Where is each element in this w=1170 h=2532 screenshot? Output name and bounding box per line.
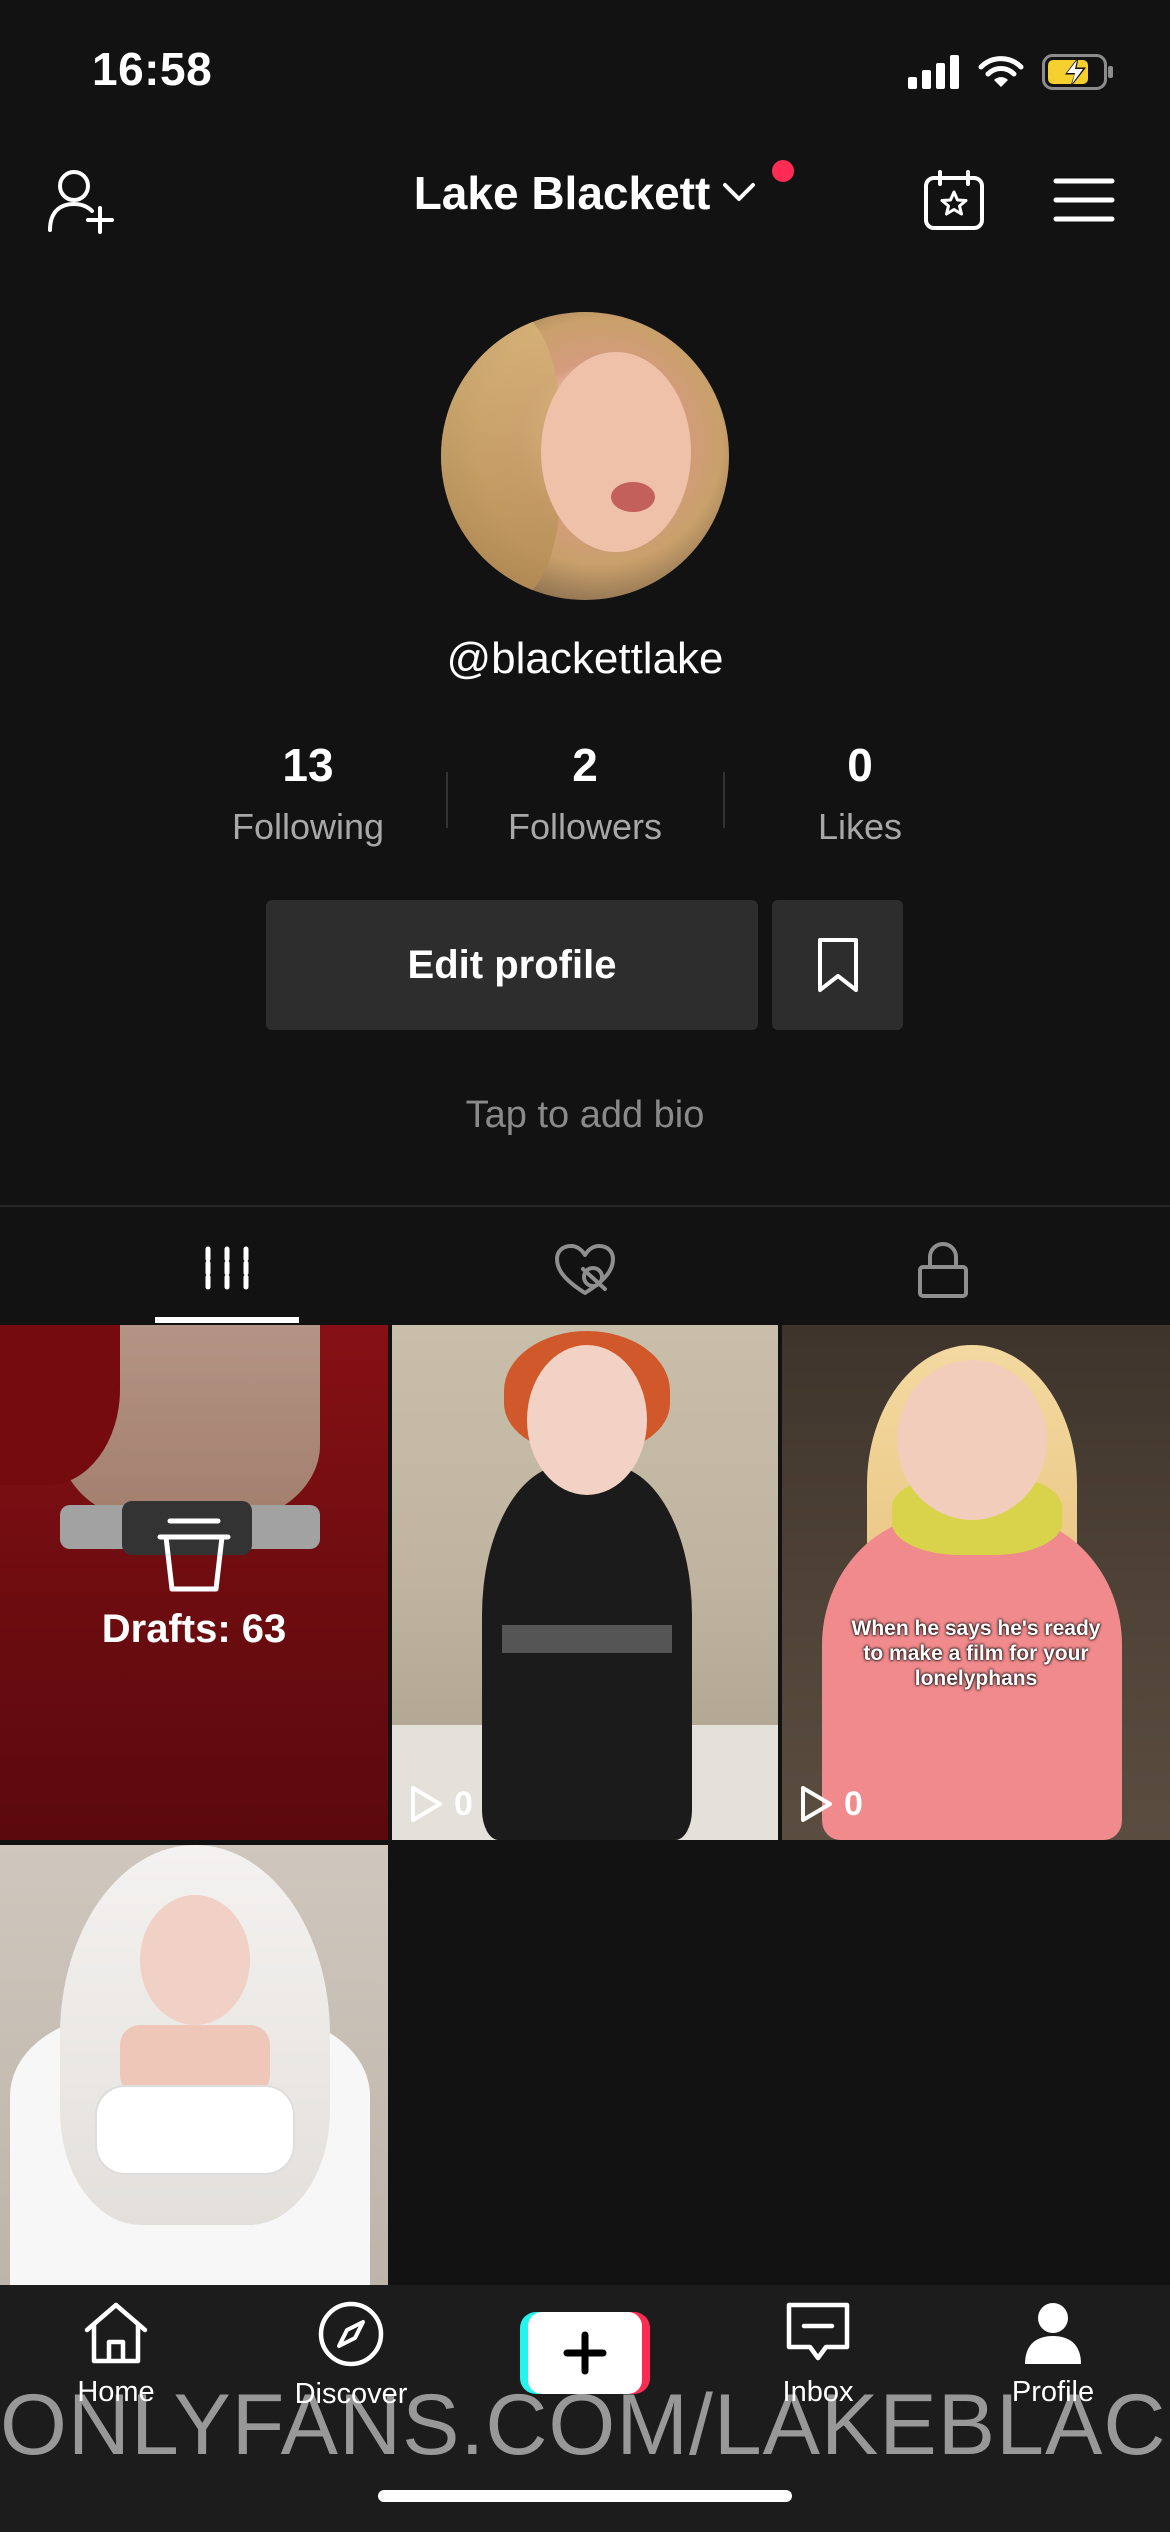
calendar-star-icon [924, 170, 984, 230]
wifi-icon [978, 56, 1024, 87]
stat-divider [446, 772, 448, 828]
stat-divider [723, 772, 725, 828]
drafts-tile[interactable]: Drafts: 63 [0, 1325, 388, 1840]
status-time: 16:58 [92, 43, 213, 95]
compass-icon [318, 2301, 384, 2367]
drafts-box-icon [157, 1518, 231, 1592]
video-tile[interactable] [0, 1845, 388, 2285]
video-caption: When he says he's ready to make a film f… [851, 1617, 1101, 1690]
active-tab-indicator [155, 1317, 299, 1323]
account-switcher[interactable]: Lake Blackett [413, 160, 795, 220]
signal-icon [908, 55, 959, 89]
bookmark-icon [817, 938, 858, 992]
hamburger-menu-icon [1053, 178, 1115, 222]
video-tile[interactable]: 0 [392, 1325, 778, 1840]
username: Lake Blackett [413, 167, 711, 219]
play-count: 0 [844, 1784, 863, 1823]
stat-following[interactable]: 13 Following [193, 738, 423, 848]
hidden-heart-icon [555, 1244, 615, 1295]
battery-charging-icon [1042, 54, 1113, 90]
home-indicator[interactable] [378, 2490, 792, 2502]
tab-private[interactable] [748, 1215, 1138, 1325]
play-count: 0 [454, 1784, 473, 1823]
profile-handle: @blackettlake [446, 634, 724, 683]
tab-divider [0, 1205, 1170, 1207]
play-icon [411, 1786, 442, 1822]
video-tile[interactable]: When he says he's ready to make a film f… [782, 1325, 1170, 1840]
favorites-button[interactable] [772, 900, 903, 1030]
add-bio-prompt[interactable]: Tap to add bio [0, 1094, 1170, 1137]
profile-avatar[interactable] [441, 312, 729, 600]
stat-likes[interactable]: 0 Likes [745, 738, 975, 848]
lock-icon [918, 1242, 968, 1298]
menu-button[interactable] [1044, 160, 1124, 240]
tab-videos[interactable] [32, 1215, 422, 1325]
stat-label: Following [231, 806, 385, 847]
person-filled-icon [1025, 2303, 1081, 2364]
plus-icon [563, 2331, 607, 2375]
notification-dot [772, 160, 795, 182]
watermark: ONLYFANS.COM/LAKEBLACKETT [0, 2377, 1170, 2473]
grid-icon [205, 1246, 249, 1294]
stat-followers[interactable]: 2 Followers [470, 738, 700, 848]
status-icons [908, 54, 1114, 90]
stat-label: Followers [507, 806, 663, 847]
stat-value: 0 [847, 739, 873, 791]
play-icon [801, 1786, 832, 1822]
drafts-count: Drafts: 63 [101, 1607, 287, 1651]
stat-label: Likes [817, 806, 903, 847]
creator-calendar-button[interactable] [914, 160, 994, 240]
tab-liked[interactable] [390, 1215, 780, 1325]
home-icon [84, 2302, 148, 2364]
edit-profile-button[interactable]: Edit profile [266, 900, 758, 1030]
inbox-icon [786, 2302, 850, 2361]
stat-value: 2 [572, 739, 598, 791]
chevron-down-icon [723, 183, 756, 201]
stat-value: 13 [282, 739, 334, 791]
